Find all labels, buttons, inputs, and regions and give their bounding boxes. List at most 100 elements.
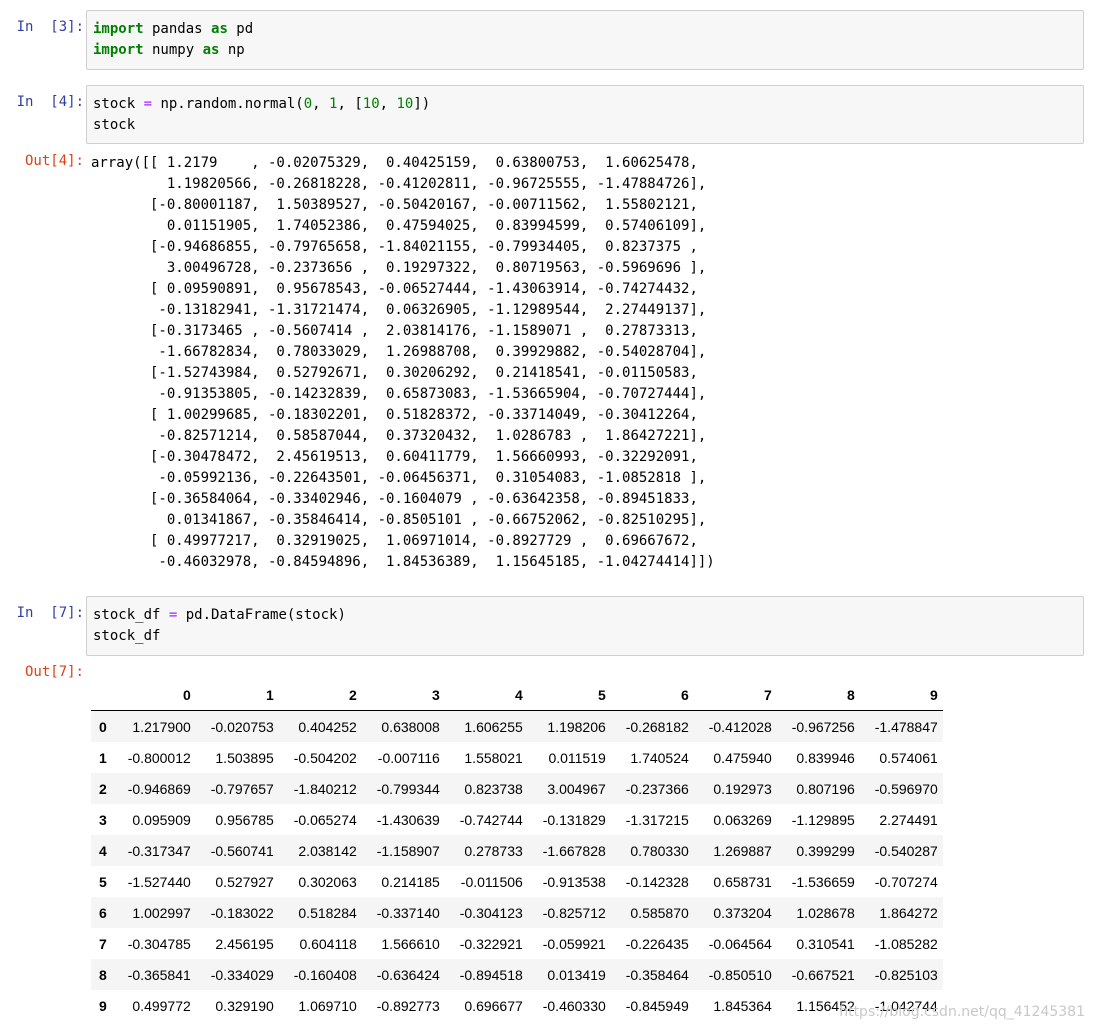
code-token: , xyxy=(379,96,397,112)
table-cell: -0.160408 xyxy=(293,966,357,983)
table-cell: -0.007116 xyxy=(377,749,440,766)
table-row: 6 1.002997 -0.183022 0.518284 -0.337140 -0.30… xyxy=(91,897,943,928)
table-cell: 0.013419 xyxy=(547,966,606,983)
output-line: array([[ 1.2179 , -0.02075329, 0.4042515… xyxy=(91,155,698,171)
table-cell: 0.214185 xyxy=(381,873,440,890)
code-token: stock xyxy=(93,96,144,112)
output-line: [ 1.00299685, -0.18302201, 0.51828372, -… xyxy=(91,407,698,423)
code-token: ]) xyxy=(413,96,431,112)
table-cell: -0.894518 xyxy=(459,966,523,983)
dataframe-header-row: 0123456789 xyxy=(91,679,943,711)
table-cell: -0.226435 xyxy=(625,935,689,952)
output-line: -0.82571214, 0.58587044, 0.37320432, 1.0… xyxy=(91,428,707,444)
table-cell: 0.956785 xyxy=(215,811,274,828)
table-cell: -1.667828 xyxy=(542,842,606,859)
index-header xyxy=(91,679,113,711)
table-cell: -0.797657 xyxy=(210,780,274,797)
code-token: stock_df xyxy=(93,607,169,623)
code-token: stock_df xyxy=(93,628,161,644)
table-cell: -0.358464 xyxy=(625,966,689,983)
table-cell: -1.536659 xyxy=(791,873,855,890)
table-cell: -0.064564 xyxy=(708,935,772,952)
table-cell: -0.304785 xyxy=(127,935,191,952)
output-line: -0.91353805, -0.14232839, 0.65873083, -1… xyxy=(91,386,707,402)
table-cell: 0.278733 xyxy=(464,842,523,859)
table-cell: 2.038142 xyxy=(298,842,357,859)
table-cell: -0.268182 xyxy=(625,718,689,735)
table-cell: -0.946869 xyxy=(127,780,191,797)
in-prompt-4: In [4]: xyxy=(16,94,84,110)
table-cell: -0.337140 xyxy=(376,904,440,921)
out-prompt-4: Out[4]: xyxy=(24,153,84,169)
output-line: [-0.3173465 , -0.5607414 , 2.03814176, -… xyxy=(91,323,698,339)
code-cell-input-3[interactable]: import pandas as pd import numpy as np xyxy=(86,10,1084,70)
row-index: 6 xyxy=(99,904,107,921)
table-row: 3 0.095909 0.956785 -0.065274 -1.430639 -0.74… xyxy=(91,804,943,835)
table-cell: 0.585870 xyxy=(630,904,689,921)
table-row: 1 -0.800012 1.503895 -0.504202 -0.007116 1.55… xyxy=(91,742,943,773)
table-cell: 1.864272 xyxy=(879,904,938,921)
table-cell: -0.913538 xyxy=(542,873,606,890)
column-header: 6 xyxy=(610,679,694,711)
row-index: 5 xyxy=(99,873,107,890)
output-line: 3.00496728, -0.2373656 , 0.19297322, 0.8… xyxy=(91,260,707,276)
code-token: pd.DataFrame(stock) xyxy=(177,607,346,623)
table-cell: 1.028678 xyxy=(796,904,855,921)
row-index: 1 xyxy=(99,749,107,766)
table-cell: 0.839946 xyxy=(796,749,855,766)
table-cell: 0.475940 xyxy=(713,749,772,766)
table-cell: -0.142328 xyxy=(625,873,689,890)
code-token: 0 xyxy=(303,96,313,112)
code-token: 10 xyxy=(396,96,414,112)
code-token: import xyxy=(93,42,144,58)
table-cell: -0.799344 xyxy=(376,780,440,797)
code-token: stock xyxy=(93,117,136,133)
table-cell: 0.310541 xyxy=(796,935,855,952)
table-cell: 1.503895 xyxy=(215,749,274,766)
table-cell: -0.237366 xyxy=(625,780,689,797)
table-cell: -0.967256 xyxy=(791,718,855,735)
table-cell: -1.158907 xyxy=(376,842,440,859)
table-cell: -1.478847 xyxy=(874,718,938,735)
table-cell: 0.011519 xyxy=(548,749,606,766)
code-token: , xyxy=(312,96,330,112)
code-line: stock xyxy=(93,115,1077,136)
table-cell: 2.456195 xyxy=(215,935,274,952)
output-line: 0.01341867, -0.35846414, -0.8505101 , -0… xyxy=(91,512,707,528)
table-cell: 1.002997 xyxy=(132,904,191,921)
table-cell: 0.638008 xyxy=(381,718,440,735)
output-line: [-1.52743984, 0.52792671, 0.30206292, 0.… xyxy=(91,365,698,381)
output-line: -0.46032978, -0.84594896, 1.84536389, 1.… xyxy=(91,554,715,570)
table-cell: -0.334029 xyxy=(210,966,274,983)
watermark: https://blog.csdn.net/qq_41245381 xyxy=(839,1004,1085,1020)
table-cell: 1.558021 xyxy=(464,749,523,766)
table-cell: 0.527927 xyxy=(215,873,274,890)
row-index: 2 xyxy=(99,780,107,797)
code-token: 10 xyxy=(362,96,380,112)
table-cell: -0.322921 xyxy=(459,935,523,952)
row-index: 0 xyxy=(99,718,107,735)
column-header: 5 xyxy=(527,679,611,711)
table-cell: -0.892773 xyxy=(376,997,440,1014)
table-cell: 0.302063 xyxy=(298,873,357,890)
table-cell: 0.518284 xyxy=(298,904,357,921)
column-header: 9 xyxy=(859,679,943,711)
table-cell: 1.566610 xyxy=(381,935,440,952)
code-token: = xyxy=(143,96,153,112)
output-line: -1.66782834, 0.78033029, 1.26988708, 0.3… xyxy=(91,344,707,360)
table-cell: -1.129895 xyxy=(791,811,855,828)
table-cell: -0.560741 xyxy=(210,842,274,859)
table-cell: -0.540287 xyxy=(874,842,938,859)
output-line: 1.19820566, -0.26818228, -0.41202811, -0… xyxy=(91,176,707,192)
table-cell: -0.011506 xyxy=(460,873,523,890)
code-cell-input-7[interactable]: stock_df = pd.DataFrame(stock) stock_df xyxy=(86,596,1084,656)
table-row: 2 -0.946869 -0.797657 -1.840212 -0.799344 0.8… xyxy=(91,773,943,804)
code-token: as xyxy=(202,42,220,58)
table-cell: -0.065274 xyxy=(293,811,357,828)
output-line: [ 0.09590891, 0.95678543, -0.06527444, -… xyxy=(91,281,698,297)
output-line: [-0.30478472, 2.45619513, 0.60411779, 1.… xyxy=(91,449,698,465)
output-line: -0.13182941, -1.31721474, 0.06326905, -1… xyxy=(91,302,707,318)
code-cell-input-4[interactable]: stock = np.random.normal(0, 1, [10, 10])… xyxy=(86,85,1084,144)
table-cell: -0.742744 xyxy=(459,811,523,828)
table-cell: 0.604118 xyxy=(299,935,357,952)
